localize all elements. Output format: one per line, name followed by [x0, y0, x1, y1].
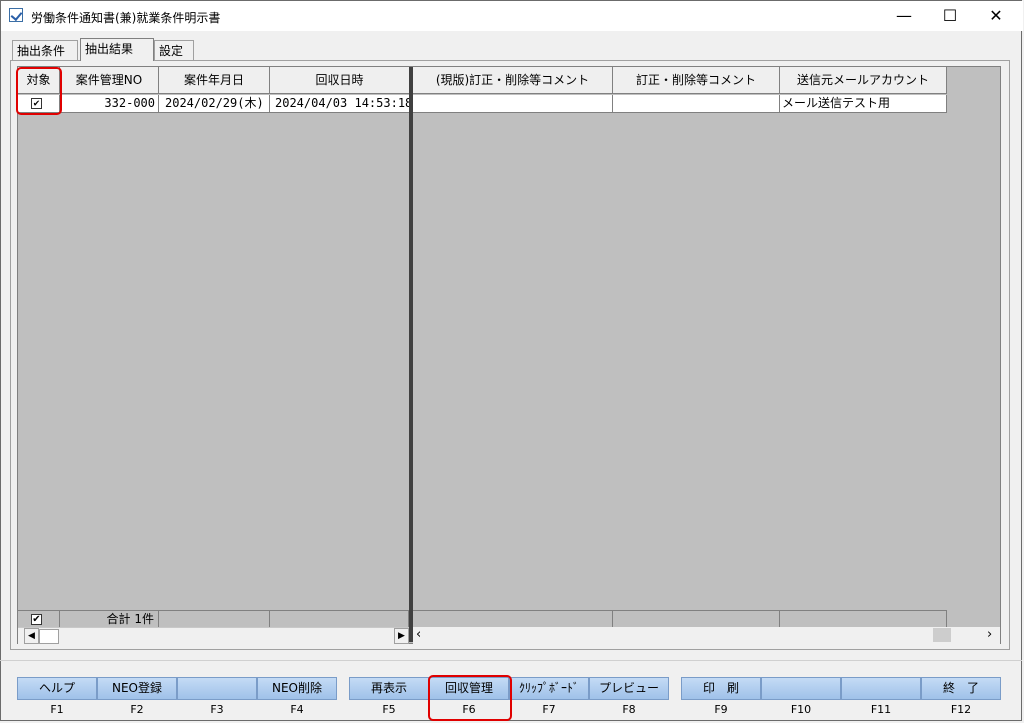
- scroll-left-icon[interactable]: ‹: [416, 627, 421, 643]
- cell-sender-account[interactable]: メール送信テスト用: [780, 95, 947, 113]
- title-bar: 労働条件通知書(兼)就業条件明示書 — ☐ ✕: [1, 1, 1023, 31]
- footer-cell: [613, 610, 780, 627]
- header-comment[interactable]: 訂正・削除等コメント: [613, 67, 780, 94]
- scroll-thumb[interactable]: [933, 628, 951, 642]
- f5-label: F5: [382, 703, 396, 716]
- clipboard-button[interactable]: ｸﾘｯﾌﾟﾎﾞｰﾄﾞ: [509, 677, 589, 700]
- header-case-no[interactable]: 案件管理NO: [60, 67, 159, 94]
- neo-delete-button[interactable]: NEO削除: [257, 677, 337, 700]
- header-current-comment[interactable]: (現版)訂正・削除等コメント: [413, 67, 613, 94]
- f3-button[interactable]: [177, 677, 257, 700]
- footer-cell: [159, 610, 270, 627]
- tab-extract-results[interactable]: 抽出結果: [80, 38, 154, 61]
- maximize-button[interactable]: ☐: [927, 1, 973, 31]
- refresh-button[interactable]: 再表示: [349, 677, 429, 700]
- f1-label: F1: [50, 703, 64, 716]
- neo-register-button[interactable]: NEO登録: [97, 677, 177, 700]
- footer-checkbox[interactable]: ✔: [31, 614, 42, 625]
- cell-current-comment[interactable]: [413, 95, 613, 113]
- divider: [0, 660, 1022, 661]
- footer-total: 合計 1件: [60, 610, 159, 627]
- f2-label: F2: [130, 703, 144, 716]
- left-horizontal-scrollbar[interactable]: ◀ ▶: [18, 627, 409, 644]
- f4-label: F4: [290, 703, 304, 716]
- f11-button[interactable]: [841, 677, 921, 700]
- footer-cell: [413, 610, 613, 627]
- f3-label: F3: [210, 703, 224, 716]
- footer-check-cell: ✔: [18, 610, 60, 627]
- highlight-target-column: [16, 67, 62, 115]
- cell-collected-datetime[interactable]: 2024/04/03 14:53:18: [270, 95, 410, 113]
- footer-cell: [780, 610, 947, 627]
- scroll-right-icon[interactable]: ▶: [394, 628, 409, 644]
- header-collected-datetime[interactable]: 回収日時: [270, 67, 410, 94]
- f9-label: F9: [714, 703, 728, 716]
- results-grid: [17, 66, 1001, 644]
- grid-splitter[interactable]: [409, 67, 413, 642]
- minimize-button[interactable]: —: [881, 1, 927, 31]
- footer-cell: [270, 610, 409, 627]
- cell-case-no[interactable]: 332-000: [60, 95, 159, 113]
- f11-label: F11: [870, 703, 892, 716]
- scroll-right-icon[interactable]: ›: [987, 627, 992, 643]
- header-case-date[interactable]: 案件年月日: [159, 67, 270, 94]
- scroll-left-icon[interactable]: ◀: [24, 628, 39, 644]
- f12-label: F12: [950, 703, 972, 716]
- tab-extract-conditions[interactable]: 抽出条件: [12, 40, 78, 60]
- f7-label: F7: [542, 703, 556, 716]
- f10-label: F10: [790, 703, 812, 716]
- tab-settings[interactable]: 設定: [154, 40, 194, 60]
- window-title: 労働条件通知書(兼)就業条件明示書: [31, 11, 221, 25]
- print-button[interactable]: 印 刷: [681, 677, 761, 700]
- app-icon: [9, 8, 23, 22]
- highlight-f6-button: [428, 675, 512, 721]
- cell-comment[interactable]: [613, 95, 780, 113]
- f10-button[interactable]: [761, 677, 841, 700]
- close-button[interactable]: ✕: [973, 1, 1019, 31]
- cell-case-date[interactable]: 2024/02/29(木): [159, 95, 270, 113]
- help-button[interactable]: ヘルプ: [17, 677, 97, 700]
- scroll-thumb[interactable]: [39, 629, 59, 644]
- preview-button[interactable]: プレビュー: [589, 677, 669, 700]
- right-horizontal-scrollbar[interactable]: ‹ ›: [413, 627, 1000, 644]
- exit-button[interactable]: 終 了: [921, 677, 1001, 700]
- f8-label: F8: [622, 703, 636, 716]
- header-sender-account[interactable]: 送信元メールアカウント: [780, 67, 947, 94]
